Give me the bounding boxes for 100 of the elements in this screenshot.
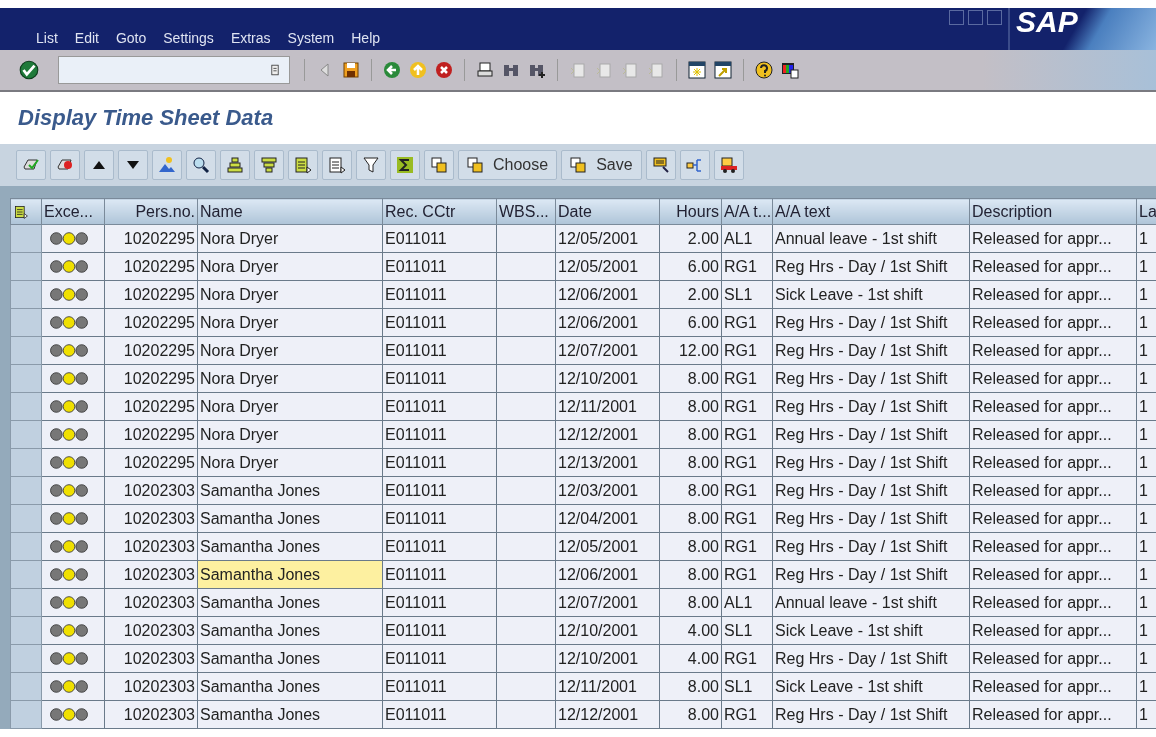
cancel-icon[interactable]: [434, 60, 454, 80]
row-selector[interactable]: [10, 588, 42, 617]
select-all-button[interactable]: [10, 198, 42, 225]
page-icon[interactable]: [646, 60, 666, 80]
table-cell[interactable]: Samantha Jones: [197, 504, 383, 533]
table-cell[interactable]: Nora Dryer: [197, 420, 383, 449]
menu-item[interactable]: System: [287, 30, 335, 46]
row-selector[interactable]: [10, 392, 42, 421]
toolbar-button[interactable]: Choose: [458, 150, 558, 180]
logo: SAP: [1016, 5, 1078, 39]
row-selector[interactable]: [10, 700, 42, 729]
table-cell: Released for appr...: [969, 616, 1137, 645]
page-icon[interactable]: [620, 60, 640, 80]
truck-button[interactable]: [713, 150, 744, 180]
toolbar-button[interactable]: Save: [561, 150, 642, 180]
menu-item[interactable]: Settings: [163, 30, 214, 46]
table-cell[interactable]: Samantha Jones: [197, 672, 383, 701]
menu-item[interactable]: Goto: [115, 30, 147, 46]
table-cell: 10202303: [104, 672, 198, 701]
back-icon[interactable]: [382, 60, 402, 80]
row-selector[interactable]: [10, 448, 42, 477]
row-selector[interactable]: [10, 532, 42, 561]
print-icon[interactable]: [475, 60, 495, 80]
table-cell: Released for appr...: [969, 252, 1137, 281]
menu-item[interactable]: Edit: [74, 30, 99, 46]
table-cell[interactable]: Nora Dryer: [197, 224, 383, 253]
check-button[interactable]: [16, 150, 46, 180]
up-triangle-button[interactable]: [84, 150, 114, 180]
row-selector[interactable]: [10, 476, 42, 505]
table-cell[interactable]: Nora Dryer: [197, 336, 383, 365]
menu-item[interactable]: Extras: [230, 30, 271, 46]
table-cell[interactable]: Samantha Jones: [197, 476, 383, 505]
table-cell[interactable]: Nora Dryer: [197, 392, 383, 421]
filter-button[interactable]: [254, 150, 284, 180]
row-selector[interactable]: [10, 504, 42, 533]
row-selector[interactable]: [10, 252, 42, 281]
table-cell: Released for appr...: [969, 700, 1137, 729]
menu-item[interactable]: List: [36, 30, 58, 46]
shortcut-icon[interactable]: [713, 60, 733, 80]
table-cell[interactable]: Nora Dryer: [197, 280, 383, 309]
column-header[interactable]: Rec. CCtr: [382, 198, 497, 225]
table-cell[interactable]: Samantha Jones: [197, 700, 383, 729]
save-icon[interactable]: [341, 60, 361, 80]
column-header[interactable]: Date: [555, 198, 660, 225]
table-cell: Reg Hrs - Day / 1st Shift: [772, 336, 970, 365]
row-selector[interactable]: [10, 560, 42, 589]
layout-icon[interactable]: [780, 60, 800, 80]
table-cell: Released for appr...: [969, 364, 1137, 393]
row-selector[interactable]: [10, 364, 42, 393]
column-header[interactable]: Name: [197, 198, 383, 225]
checkmark-icon[interactable]: [18, 59, 40, 81]
table-cell[interactable]: Samantha Jones: [197, 560, 383, 589]
row-selector[interactable]: [10, 308, 42, 337]
copy-button[interactable]: [424, 150, 454, 180]
table-cell: 12/05/2001: [555, 252, 660, 281]
row-selector[interactable]: [10, 420, 42, 449]
column-header[interactable]: Hours: [659, 198, 722, 225]
column-header[interactable]: A/A t...: [721, 198, 773, 225]
document-export-button[interactable]: [322, 150, 352, 180]
list-export-button[interactable]: [288, 150, 318, 180]
page-icon[interactable]: [594, 60, 614, 80]
table-cell[interactable]: Samantha Jones: [197, 532, 383, 561]
row-selector[interactable]: [10, 616, 42, 645]
new-window-icon[interactable]: [687, 60, 707, 80]
row-selector[interactable]: [10, 672, 42, 701]
row-selector[interactable]: [10, 644, 42, 673]
page-icon[interactable]: [568, 60, 588, 80]
table-cell: Released for appr...: [969, 560, 1137, 589]
table-cell: 8.00: [659, 560, 722, 589]
table-cell[interactable]: Nora Dryer: [197, 252, 383, 281]
mountain-button[interactable]: [152, 150, 182, 180]
table-cell: 12/06/2001: [555, 280, 660, 309]
edit-button[interactable]: [645, 150, 676, 180]
column-header[interactable]: WBS...: [496, 198, 556, 225]
column-header[interactable]: Pers.no.: [104, 198, 198, 225]
column-header[interactable]: Description: [969, 198, 1137, 225]
sort-button[interactable]: [220, 150, 250, 180]
column-header[interactable]: A/A text: [772, 198, 970, 225]
column-header[interactable]: La: [1136, 198, 1156, 225]
table-cell[interactable]: Samantha Jones: [197, 644, 383, 673]
menu-item[interactable]: Help: [351, 30, 381, 46]
table-cell: 8.00: [659, 532, 722, 561]
table-cell: Reg Hrs - Day / 1st Shift: [772, 700, 970, 729]
table-cell: E011011: [382, 588, 497, 617]
table-cell[interactable]: Nora Dryer: [197, 364, 383, 393]
table-cell[interactable]: Samantha Jones: [197, 588, 383, 617]
funnel-button[interactable]: [356, 150, 386, 180]
table-cell: Released for appr...: [969, 476, 1137, 505]
table-cell[interactable]: Nora Dryer: [197, 448, 383, 477]
help-icon[interactable]: [754, 60, 774, 80]
sigma-button[interactable]: [390, 150, 420, 180]
row-selector[interactable]: [10, 336, 42, 365]
command-field[interactable]: [58, 56, 290, 84]
column-header[interactable]: Exce...: [41, 198, 105, 225]
table-cell[interactable]: Samantha Jones: [197, 616, 383, 645]
down-triangle-button[interactable]: [118, 150, 148, 180]
magnifier-button[interactable]: [186, 150, 216, 180]
reject-button[interactable]: [50, 150, 80, 180]
row-selector[interactable]: [10, 280, 42, 309]
table-cell[interactable]: Nora Dryer: [197, 308, 383, 337]
